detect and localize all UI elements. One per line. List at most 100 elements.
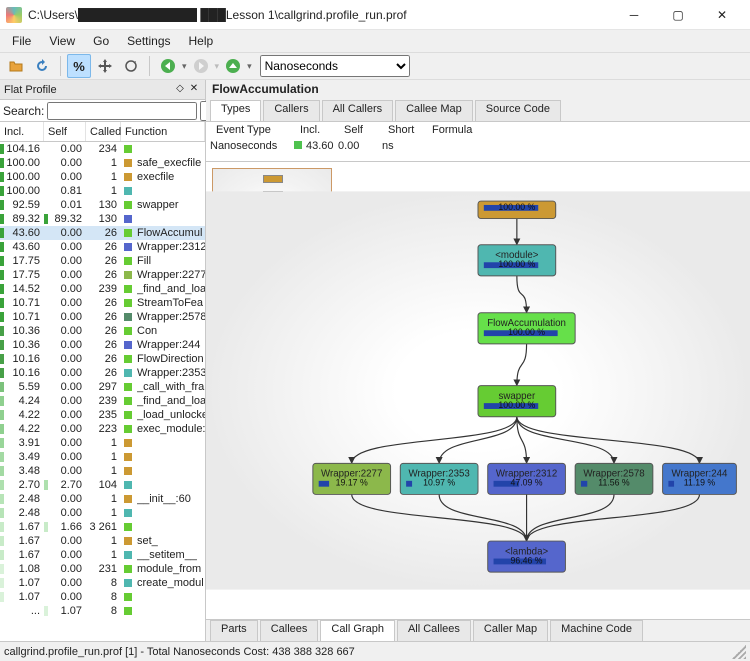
tab-all-callees[interactable]: All Callees [397,620,471,641]
table-row[interactable]: 10.36 0.00 26 Wrapper:244 [0,338,205,352]
svg-text:11.19 %: 11.19 % [684,478,716,488]
toolbar: % ▾ ▾ ▾ Nanoseconds [0,52,750,80]
column-headers: Incl. Self Called Function [0,122,205,142]
tab-callee-map[interactable]: Callee Map [395,100,473,121]
col-called[interactable]: Called [86,122,121,141]
svg-text:100.00 %: 100.00 % [508,327,545,337]
minimize-button[interactable]: ─ [612,1,656,29]
undock-icon[interactable]: ◇ [173,83,187,97]
menu-settings[interactable]: Settings [119,32,178,50]
svg-text:100.00 %: 100.00 % [498,400,535,410]
percent-icon[interactable]: % [67,54,91,78]
refresh-icon[interactable] [30,54,54,78]
table-row[interactable]: 3.48 0.00 1 [0,464,205,478]
tab-all-callers[interactable]: All Callers [322,100,394,121]
table-row[interactable]: 2.48 0.00 1 __init__:60 [0,492,205,506]
tab-caller-map[interactable]: Caller Map [473,620,548,641]
table-row[interactable]: 2.70 2.70 104 [0,478,205,492]
bottom-tabs: PartsCalleesCall GraphAll CalleesCaller … [206,619,750,641]
tab-parts[interactable]: Parts [210,620,258,641]
table-row[interactable]: 2.48 0.00 1 [0,506,205,520]
open-icon[interactable] [4,54,28,78]
table-row[interactable]: 10.16 0.00 26 Wrapper:2353 [0,366,205,380]
call-graph[interactable]: 100.00 %<module>100.00 %FlowAccumulation… [206,162,750,619]
table-row[interactable]: 10.71 0.00 26 StreamToFea [0,296,205,310]
table-row[interactable]: 100.00 0.00 1 safe_execfile [0,156,205,170]
table-row[interactable]: 104.16 0.00 234 [0,142,205,156]
table-row[interactable]: 100.00 0.81 1 [0,184,205,198]
table-row[interactable]: 1.07 0.00 8 create_modul [0,576,205,590]
tab-call-graph[interactable]: Call Graph [320,620,395,641]
table-row[interactable]: 92.59 0.01 130 swapper [0,198,205,212]
table-row[interactable]: 100.00 0.00 1 execfile [0,170,205,184]
status-text: callgrind.profile_run.prof [1] - Total N… [4,646,355,658]
svg-text:100.00 %: 100.00 % [498,259,535,269]
menu-help[interactable]: Help [181,32,222,50]
tab-callers[interactable]: Callers [263,100,319,121]
up-icon[interactable] [221,54,245,78]
event-header: Event Type Incl. Self Short Formula [206,122,750,138]
table-row[interactable]: 4.24 0.00 239 _find_and_loa [0,394,205,408]
menu-view[interactable]: View [41,32,83,50]
app-icon [6,7,22,23]
event-table: Event Type Incl. Self Short Formula Nano… [206,122,750,162]
cycle-icon[interactable] [119,54,143,78]
table-row[interactable]: 1.67 0.00 1 set_ [0,534,205,548]
unit-selector[interactable]: Nanoseconds [260,55,410,77]
table-row[interactable]: 4.22 0.00 235 _load_unlocke [0,408,205,422]
forward-icon[interactable] [189,54,213,78]
svg-text:19.17 %: 19.17 % [336,478,368,488]
detail-panel: FlowAccumulation TypesCallersAll Callers… [206,80,750,641]
move-icon[interactable] [93,54,117,78]
table-row[interactable]: 17.75 0.00 26 Wrapper:2277 [0,268,205,282]
close-panel-icon[interactable]: ✕ [187,83,201,97]
table-row[interactable]: 89.32 89.32 130 [0,212,205,226]
svg-text:10.97 %: 10.97 % [423,478,455,488]
event-row[interactable]: Nanoseconds 43.60 0.00 ns [206,138,750,154]
tab-source-code[interactable]: Source Code [475,100,561,121]
menu-file[interactable]: File [4,32,39,50]
back-icon[interactable] [156,54,180,78]
table-row[interactable]: 1.67 1.66 3 261 [0,520,205,534]
status-bar: callgrind.profile_run.prof [1] - Total N… [0,641,750,661]
rows-container: 104.16 0.00 234 100.00 0.00 1 safe_execf… [0,142,205,641]
top-tabs: TypesCallersAll CallersCallee MapSource … [206,100,750,122]
table-row[interactable]: 3.91 0.00 1 [0,436,205,450]
table-row[interactable]: ... 1.07 8 [0,604,205,618]
close-button[interactable]: ✕ [700,1,744,29]
svg-text:47.09 %: 47.09 % [511,478,543,488]
flat-profile-panel: Flat Profile ◇ ✕ Search: (No Grouping) I… [0,80,206,641]
col-function[interactable]: Function [121,122,205,141]
table-row[interactable]: 10.36 0.00 26 Con [0,324,205,338]
search-label: Search: [3,104,44,118]
col-incl[interactable]: Incl. [0,122,44,141]
table-row[interactable]: 17.75 0.00 26 Fill [0,254,205,268]
tab-callees[interactable]: Callees [260,620,319,641]
table-row[interactable]: 1.08 0.00 231 module_from [0,562,205,576]
col-self[interactable]: Self [44,122,86,141]
svg-text:100.00 %: 100.00 % [498,202,535,212]
tab-machine-code[interactable]: Machine Code [550,620,643,641]
title-bar: C:\Users\██████████████ ███Lesson 1\call… [0,0,750,30]
table-row[interactable]: 1.07 0.00 8 [0,590,205,604]
search-row: Search: (No Grouping) [0,100,205,122]
tab-types[interactable]: Types [210,100,261,121]
table-row[interactable]: 4.22 0.00 223 exec_module: [0,422,205,436]
maximize-button[interactable]: ▢ [656,1,700,29]
search-input[interactable] [47,102,197,120]
table-row[interactable]: 14.52 0.00 239 _find_and_loa [0,282,205,296]
table-row[interactable]: 5.59 0.00 297 _call_with_fra [0,380,205,394]
menu-bar: File View Go Settings Help [0,30,750,52]
table-row[interactable]: 1.67 0.00 1 __setitem__ [0,548,205,562]
function-header: FlowAccumulation [206,80,750,100]
panel-header: Flat Profile ◇ ✕ [0,80,205,100]
table-row[interactable]: 43.60 0.00 26 Wrapper:2312 [0,240,205,254]
table-row[interactable]: 3.49 0.00 1 [0,450,205,464]
table-row[interactable]: 10.16 0.00 26 FlowDirection [0,352,205,366]
menu-go[interactable]: Go [85,32,117,50]
resize-grip[interactable] [732,645,746,659]
window-title: C:\Users\██████████████ ███Lesson 1\call… [28,8,612,22]
svg-text:96.46 %: 96.46 % [511,555,543,565]
table-row[interactable]: 43.60 0.00 26 FlowAccumul [0,226,205,240]
table-row[interactable]: 10.71 0.00 26 Wrapper:2578 [0,310,205,324]
